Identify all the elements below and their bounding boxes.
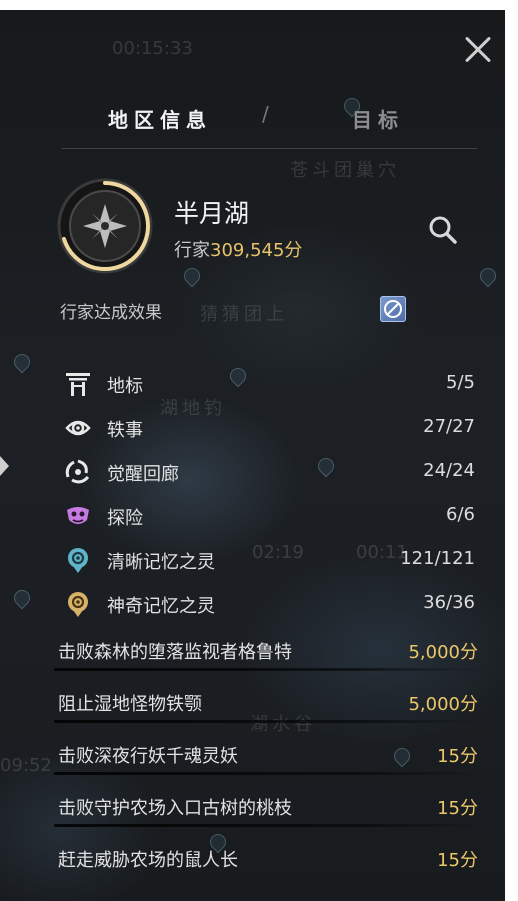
task-divider bbox=[54, 720, 484, 723]
task-row[interactable]: 击败深夜行妖千魂灵妖 15分 bbox=[54, 736, 484, 775]
category-label: 清晰记忆之灵 bbox=[107, 552, 215, 573]
task-divider bbox=[54, 824, 484, 827]
tab-region-info[interactable]: 地区信息 bbox=[108, 104, 212, 133]
mystic-memory-spirit-icon bbox=[68, 592, 88, 617]
task-points: 5,000分 bbox=[408, 642, 478, 663]
category-label: 觉醒回廊 bbox=[107, 464, 179, 485]
task-points: 5,000分 bbox=[408, 694, 478, 715]
category-count: 24/24 bbox=[423, 460, 475, 481]
category-row-anecdote[interactable]: 轶事 27/27 bbox=[60, 412, 475, 444]
region-progress-ring bbox=[57, 178, 153, 274]
category-row-landmark[interactable]: 地标 5/5 bbox=[60, 368, 475, 400]
category-label: 神奇记忆之灵 bbox=[107, 596, 215, 617]
map-pin-icon bbox=[476, 264, 500, 288]
adventure-mask-icon bbox=[67, 507, 89, 524]
category-count: 27/27 bbox=[423, 416, 475, 437]
map-label: 猜猜团上 bbox=[200, 304, 288, 325]
score-value: 309,545分 bbox=[210, 240, 303, 261]
task-row[interactable]: 赶走威胁农场的鼠人长 15分 bbox=[58, 840, 478, 874]
category-count: 5/5 bbox=[446, 372, 475, 393]
task-points: 15分 bbox=[437, 850, 478, 871]
tab-separator: / bbox=[262, 102, 269, 126]
map-pin-icon bbox=[10, 586, 34, 610]
awakening-swirl-icon bbox=[65, 459, 90, 484]
task-points: 15分 bbox=[437, 746, 478, 767]
tab-objectives[interactable]: 目标 bbox=[352, 104, 404, 133]
task-row[interactable]: 击败森林的堕落监视者格鲁特 5,000分 bbox=[54, 632, 484, 671]
close-button[interactable] bbox=[458, 30, 498, 70]
category-count: 121/121 bbox=[400, 548, 475, 569]
category-label: 地标 bbox=[107, 376, 143, 397]
search-button[interactable] bbox=[427, 214, 459, 246]
task-row[interactable]: 阻止湿地怪物铁颚 5,000分 bbox=[54, 684, 484, 723]
category-label: 探险 bbox=[107, 508, 143, 529]
right-edge bbox=[505, 0, 518, 901]
region-score: 行家309,545分 bbox=[174, 236, 302, 262]
tab-divider bbox=[62, 148, 477, 149]
landmark-gate-icon bbox=[66, 373, 90, 396]
task-label: 赶走威胁农场的鼠人长 bbox=[58, 850, 238, 871]
task-label: 击败森林的堕落监视者格鲁特 bbox=[58, 642, 292, 663]
region-info-panel: 00:15:33 02:19 00:11 09:52 苍斗团巢穴 猜猜团上 湖地… bbox=[0, 10, 505, 901]
effect-badge-button[interactable] bbox=[380, 296, 406, 322]
task-points: 15分 bbox=[437, 798, 478, 819]
task-label: 阻止湿地怪物铁颚 bbox=[58, 694, 202, 715]
task-label: 击败深夜行妖千魂灵妖 bbox=[58, 746, 238, 767]
map-label: 苍斗团巢穴 bbox=[290, 160, 400, 181]
category-row-adventure[interactable]: 探险 6/6 bbox=[60, 500, 475, 532]
task-divider bbox=[54, 668, 484, 671]
task-divider bbox=[54, 772, 484, 775]
category-row-mystic-memory[interactable]: 神奇记忆之灵 36/36 bbox=[60, 588, 475, 620]
category-row-clear-memory[interactable]: 清晰记忆之灵 121/121 bbox=[60, 544, 475, 576]
task-label: 击败守护农场入口古树的桃枝 bbox=[58, 798, 292, 819]
category-row-awakening[interactable]: 觉醒回廊 24/24 bbox=[60, 456, 475, 488]
map-timer: 09:52 bbox=[0, 755, 52, 776]
map-pin-icon bbox=[10, 350, 34, 374]
category-count: 6/6 bbox=[446, 504, 475, 525]
score-label: 行家 bbox=[174, 240, 210, 261]
map-timer: 00:15:33 bbox=[112, 38, 193, 59]
collapse-arrow-icon[interactable] bbox=[0, 456, 9, 476]
clear-memory-spirit-icon bbox=[68, 548, 88, 573]
category-count: 36/36 bbox=[423, 592, 475, 613]
task-row[interactable]: 击败守护农场入口古树的桃枝 15分 bbox=[54, 788, 484, 827]
expert-effect-label: 行家达成效果 bbox=[60, 303, 162, 323]
search-icon bbox=[429, 216, 457, 244]
category-label: 轶事 bbox=[107, 420, 143, 441]
anecdote-eye-icon bbox=[65, 420, 91, 436]
region-name: 半月湖 bbox=[174, 199, 250, 228]
blue-feather-badge-icon bbox=[384, 300, 402, 318]
map-pin-icon bbox=[180, 264, 204, 288]
region-emblem bbox=[56, 177, 154, 275]
